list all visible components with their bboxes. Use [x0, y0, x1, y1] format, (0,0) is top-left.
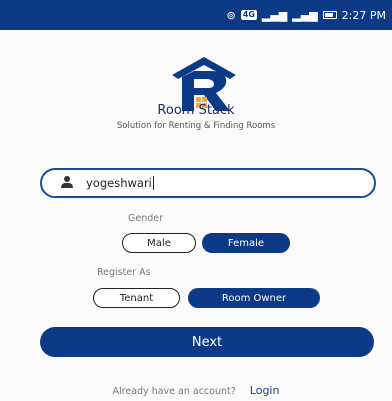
- register-room-owner-button[interactable]: Room Owner: [188, 288, 320, 308]
- person-icon: [60, 176, 74, 190]
- network-type-badge: 4G: [240, 10, 257, 20]
- battery-icon: [322, 11, 337, 19]
- gender-label: Gender: [128, 213, 164, 224]
- brand-name: Room Stack: [157, 103, 235, 118]
- next-button[interactable]: Next: [40, 327, 374, 357]
- hotspot-icon: ⊚: [226, 8, 236, 22]
- name-input[interactable]: yogeshwari: [40, 168, 376, 198]
- register-as-label: Register As: [97, 267, 151, 278]
- register-tenant-button[interactable]: Tenant: [93, 288, 180, 308]
- login-prompt: Already have an account? Login: [0, 384, 392, 397]
- gender-male-button[interactable]: Male: [122, 233, 196, 253]
- status-bar: ⊚ 4G ▂▄▆ ▂▄▆ 2:27 PM: [0, 0, 392, 30]
- tagline: Solution for Renting & Finding Rooms: [116, 121, 276, 131]
- login-link[interactable]: Login: [250, 384, 280, 397]
- signal-strength-icon: ▂▄▆: [261, 8, 288, 22]
- status-time: 2:27 PM: [341, 8, 386, 22]
- gender-female-button[interactable]: Female: [202, 233, 290, 253]
- login-prompt-text: Already have an account?: [112, 386, 236, 397]
- signal-strength-secondary-icon: ▂▄▆: [292, 8, 318, 22]
- name-input-value[interactable]: yogeshwari: [86, 176, 154, 190]
